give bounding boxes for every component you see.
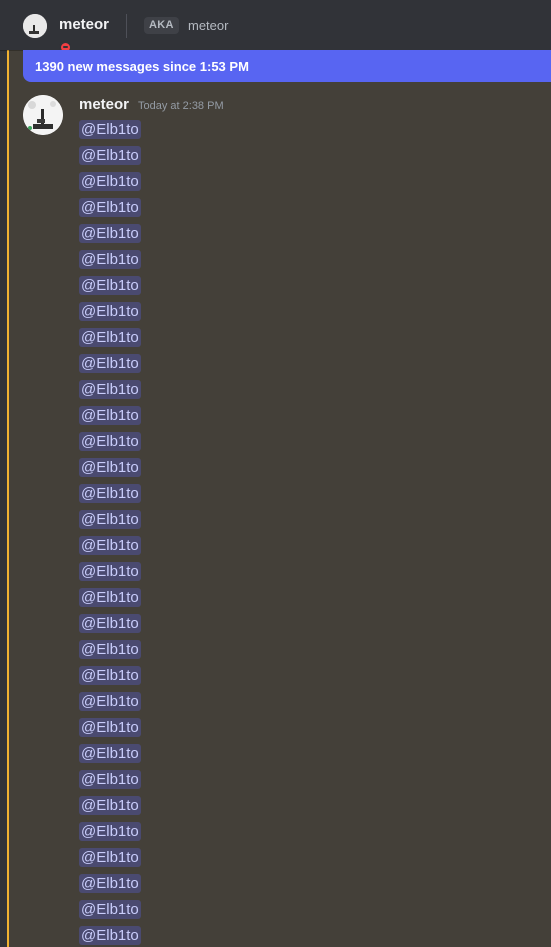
user-mention[interactable]: @Elb1to xyxy=(79,795,141,815)
user-mention[interactable]: @Elb1to xyxy=(79,535,141,555)
message-line: @Elb1to xyxy=(79,922,279,947)
user-mention[interactable]: @Elb1to xyxy=(79,197,141,217)
user-mention[interactable]: @Elb1to xyxy=(79,457,141,477)
user-mention[interactable]: @Elb1to xyxy=(79,873,141,893)
message-line: @Elb1to xyxy=(79,168,279,194)
user-mention[interactable]: @Elb1to xyxy=(79,119,141,139)
message-line: @Elb1to xyxy=(79,376,279,402)
header-divider xyxy=(126,14,127,38)
user-mention[interactable]: @Elb1to xyxy=(79,171,141,191)
user-mention[interactable]: @Elb1to xyxy=(79,405,141,425)
aka-name: meteor xyxy=(188,18,229,33)
user-mention[interactable]: @Elb1to xyxy=(79,145,141,165)
message-line: @Elb1to xyxy=(79,454,279,480)
user-mention[interactable]: @Elb1to xyxy=(79,899,141,919)
message-line: @Elb1to xyxy=(79,428,279,454)
message-line: @Elb1to xyxy=(79,818,279,844)
message-content: @Elb1to @Elb1to @Elb1to @Elb1to @Elb1to @Elb1… xyxy=(79,116,279,947)
author-avatar[interactable] xyxy=(23,95,63,135)
message-line: @Elb1to xyxy=(79,194,279,220)
message-line: @Elb1to xyxy=(79,714,279,740)
user-mention[interactable]: @Elb1to xyxy=(79,691,141,711)
message-line: @Elb1to xyxy=(79,740,279,766)
message-line: @Elb1to xyxy=(79,220,279,246)
dm-header: meteor AKA meteor xyxy=(0,0,551,53)
message-line: @Elb1to xyxy=(79,116,279,142)
message-line: @Elb1to xyxy=(79,324,279,350)
user-mention[interactable]: @Elb1to xyxy=(79,509,141,529)
message-line: @Elb1to xyxy=(79,142,279,168)
dm-avatar[interactable] xyxy=(23,14,71,53)
message-line: @Elb1to xyxy=(79,558,279,584)
message-line: @Elb1to xyxy=(79,896,279,922)
message-line: @Elb1to xyxy=(79,350,279,376)
message-line: @Elb1to xyxy=(79,272,279,298)
user-mention[interactable]: @Elb1to xyxy=(79,249,141,269)
message-line: @Elb1to xyxy=(79,532,279,558)
message-line: @Elb1to xyxy=(79,870,279,896)
user-mention[interactable]: @Elb1to xyxy=(79,379,141,399)
user-mention[interactable]: @Elb1to xyxy=(79,665,141,685)
message-line: @Elb1to xyxy=(79,480,279,506)
user-mention[interactable]: @Elb1to xyxy=(79,301,141,321)
user-mention[interactable]: @Elb1to xyxy=(79,821,141,841)
message-line: @Elb1to xyxy=(79,298,279,324)
user-mention[interactable]: @Elb1to xyxy=(79,561,141,581)
user-mention[interactable]: @Elb1to xyxy=(79,717,141,737)
user-mention[interactable]: @Elb1to xyxy=(79,613,141,633)
message-line: @Elb1to xyxy=(79,584,279,610)
message-author[interactable]: meteor xyxy=(79,95,129,115)
user-mention[interactable]: @Elb1to xyxy=(79,327,141,347)
message-line: @Elb1to xyxy=(79,662,279,688)
new-messages-text: 1390 new messages since 1:53 PM xyxy=(35,59,249,74)
user-mention[interactable]: @Elb1to xyxy=(79,847,141,867)
dm-window: meteor AKA meteor 1390 new messages sinc… xyxy=(0,0,551,947)
message-line: @Elb1to xyxy=(79,506,279,532)
user-mention[interactable]: @Elb1to xyxy=(79,431,141,451)
message-line: @Elb1to xyxy=(79,610,279,636)
new-messages-banner[interactable]: 1390 new messages since 1:53 PM xyxy=(23,50,551,82)
user-mention[interactable]: @Elb1to xyxy=(79,223,141,243)
message-line: @Elb1to xyxy=(79,766,279,792)
dm-name[interactable]: meteor xyxy=(59,15,109,35)
user-mention[interactable]: @Elb1to xyxy=(79,639,141,659)
user-mention[interactable]: @Elb1to xyxy=(79,275,141,295)
aka-badge: AKA xyxy=(144,17,179,34)
message-line: @Elb1to xyxy=(79,402,279,428)
user-mention[interactable]: @Elb1to xyxy=(79,353,141,373)
user-mention[interactable]: @Elb1to xyxy=(79,587,141,607)
message-line: @Elb1to xyxy=(79,688,279,714)
message-line: @Elb1to xyxy=(79,246,279,272)
user-mention[interactable]: @Elb1to xyxy=(79,483,141,503)
message-line: @Elb1to xyxy=(79,636,279,662)
message-timestamp: Today at 2:38 PM xyxy=(138,100,224,112)
message-line: @Elb1to xyxy=(79,792,279,818)
message-line: @Elb1to xyxy=(79,844,279,870)
user-mention[interactable]: @Elb1to xyxy=(79,743,141,763)
user-mention[interactable]: @Elb1to xyxy=(79,769,141,789)
user-mention[interactable]: @Elb1to xyxy=(79,925,141,945)
